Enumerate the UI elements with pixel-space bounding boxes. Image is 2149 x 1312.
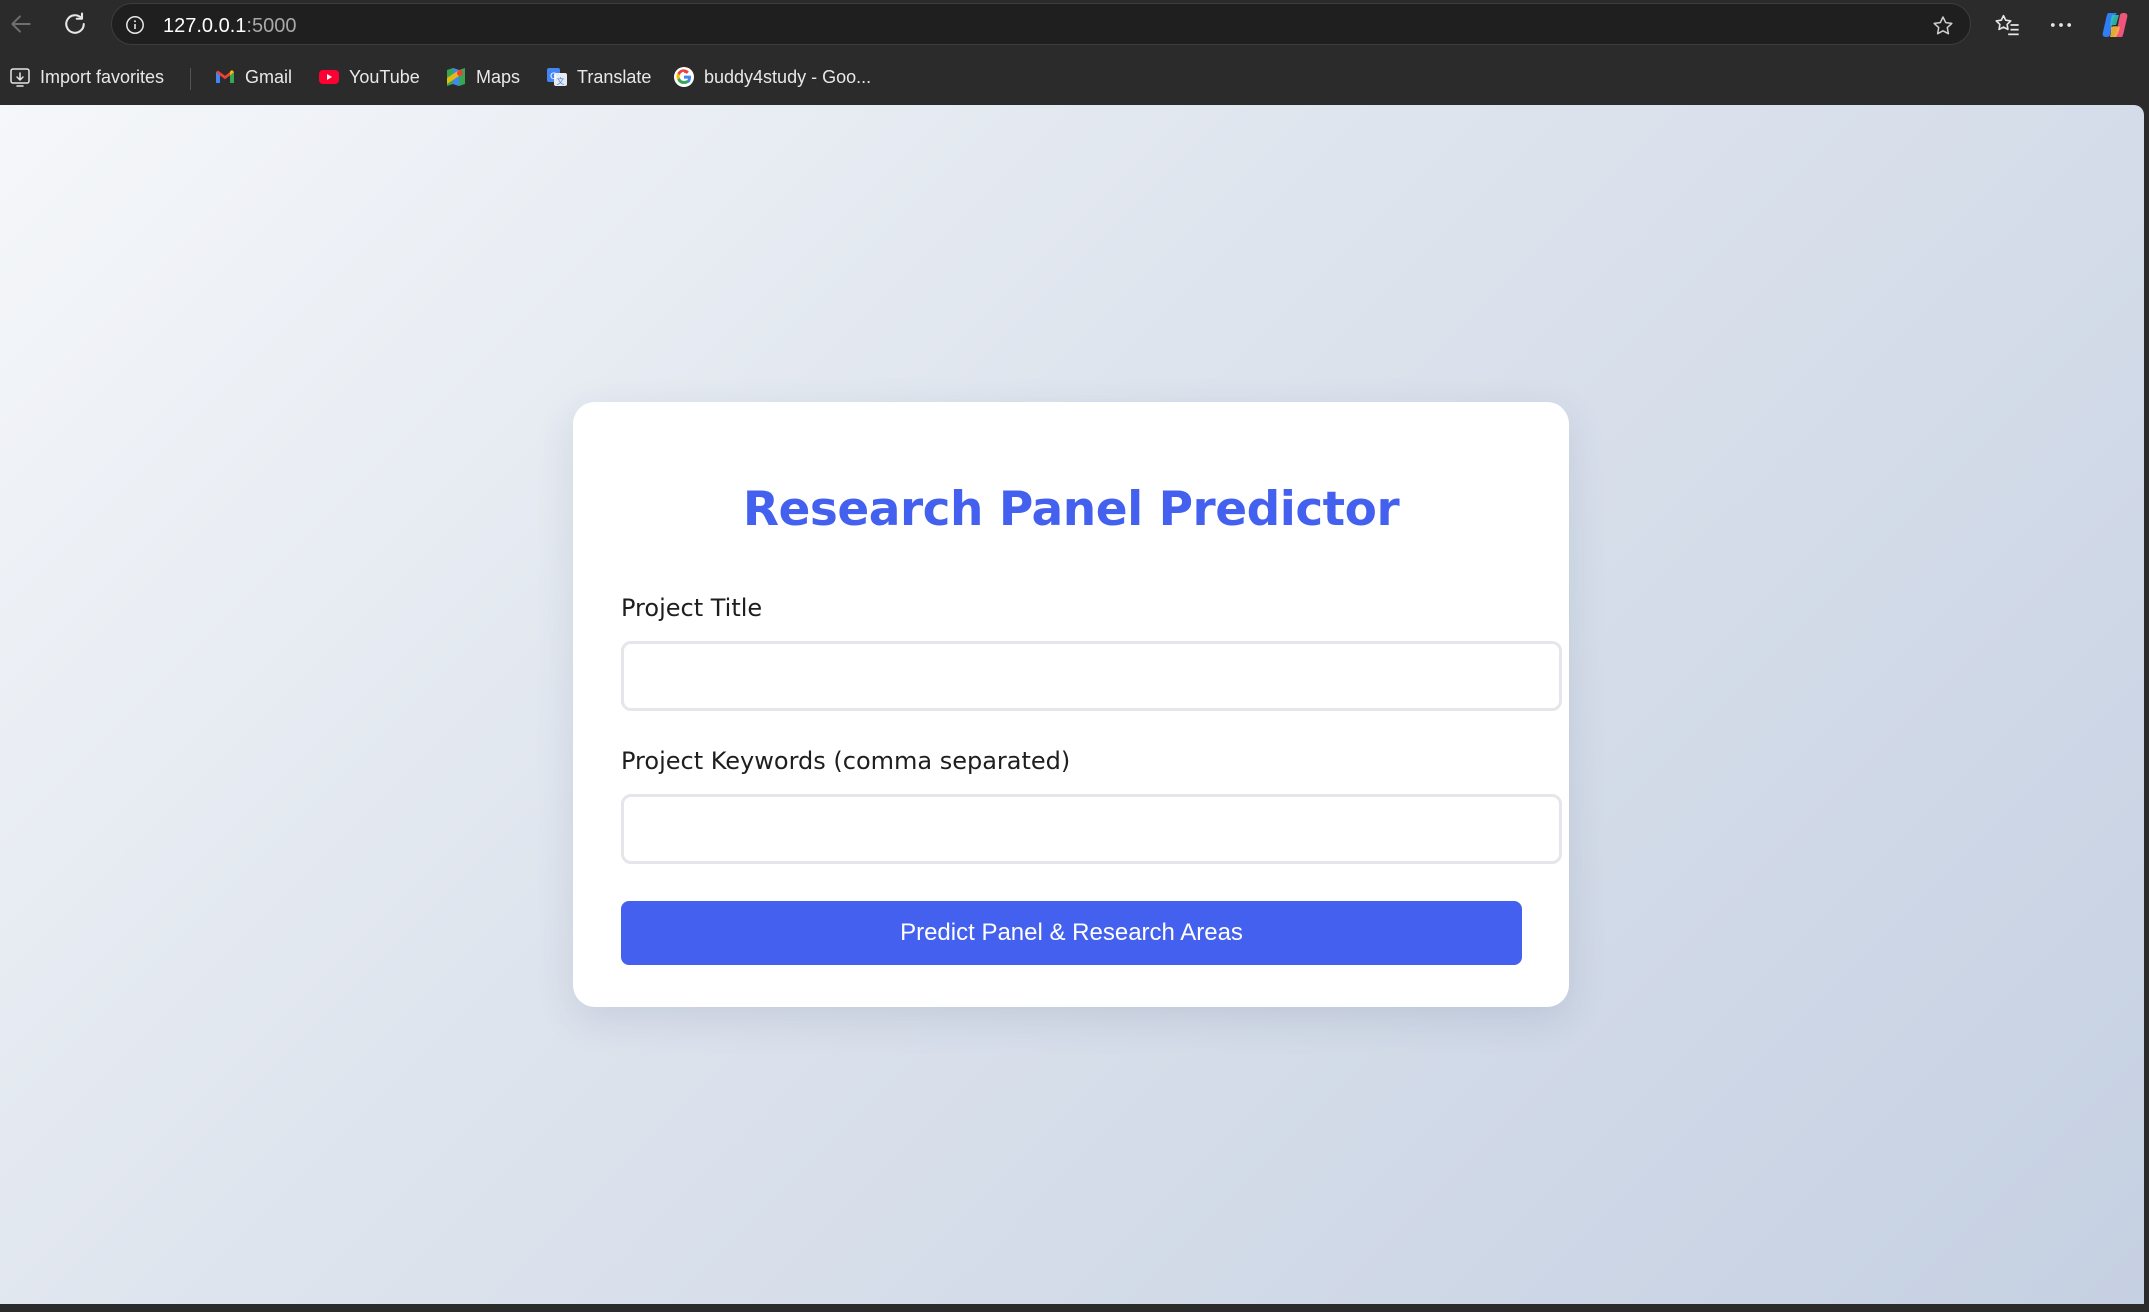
project-keywords-label: Project Keywords (comma separated) xyxy=(621,747,1071,775)
bookmark-translate[interactable]: G文 Translate xyxy=(546,62,651,92)
back-icon[interactable] xyxy=(3,6,39,42)
youtube-icon xyxy=(318,66,340,88)
bookmark-label: Maps xyxy=(476,66,521,87)
page-title: Research Panel Predictor xyxy=(742,482,1400,537)
predict-button[interactable]: Predict Panel & Research Areas xyxy=(621,901,1522,965)
gmail-icon xyxy=(214,66,236,88)
browser-toolbar: 127.0.0.1:5000 Import favorites Gmail Yo… xyxy=(0,0,2149,105)
bookmarks-bar: Import favorites Gmail YouTube Maps G文 T xyxy=(0,58,2149,96)
bookmark-youtube[interactable]: YouTube xyxy=(318,62,420,92)
address-bar[interactable]: 127.0.0.1:5000 xyxy=(111,3,1971,45)
maps-icon xyxy=(445,66,467,88)
bookmark-separator xyxy=(190,68,191,90)
project-title-input[interactable] xyxy=(621,641,1562,711)
bookmark-label: YouTube xyxy=(349,66,420,87)
favorites-icon[interactable] xyxy=(1990,8,2024,42)
svg-text:文: 文 xyxy=(557,76,565,86)
bookmark-import-favorites[interactable]: Import favorites xyxy=(9,62,164,92)
favorite-star-icon[interactable] xyxy=(1930,13,1956,39)
import-icon xyxy=(9,66,31,88)
site-info-icon[interactable] xyxy=(124,14,146,36)
bookmark-maps[interactable]: Maps xyxy=(445,62,520,92)
address-row: 127.0.0.1:5000 xyxy=(0,0,2149,48)
page-viewport: Research Panel Predictor Project Title P… xyxy=(0,105,2144,1304)
predictor-form-card: Research Panel Predictor Project Title P… xyxy=(573,402,1569,1007)
url-port: :5000 xyxy=(246,15,297,37)
project-keywords-input[interactable] xyxy=(621,794,1562,864)
bookmark-buddy4study[interactable]: buddy4study - Goo... xyxy=(673,62,871,92)
bookmark-label: Import favorites xyxy=(40,66,165,87)
more-options-icon[interactable] xyxy=(2044,8,2078,42)
translate-icon: G文 xyxy=(546,66,568,88)
google-icon xyxy=(673,66,695,88)
url-host: 127.0.0.1 xyxy=(163,15,247,37)
copilot-icon[interactable] xyxy=(2098,8,2132,42)
bookmark-label: Gmail xyxy=(245,66,293,87)
reload-icon[interactable] xyxy=(57,6,93,42)
bookmark-label: Translate xyxy=(577,66,652,87)
project-title-label: Project Title xyxy=(621,594,763,622)
bookmark-gmail[interactable]: Gmail xyxy=(214,62,292,92)
address-url: 127.0.0.1:5000 xyxy=(163,14,296,38)
bookmark-label: buddy4study - Goo... xyxy=(704,66,872,87)
